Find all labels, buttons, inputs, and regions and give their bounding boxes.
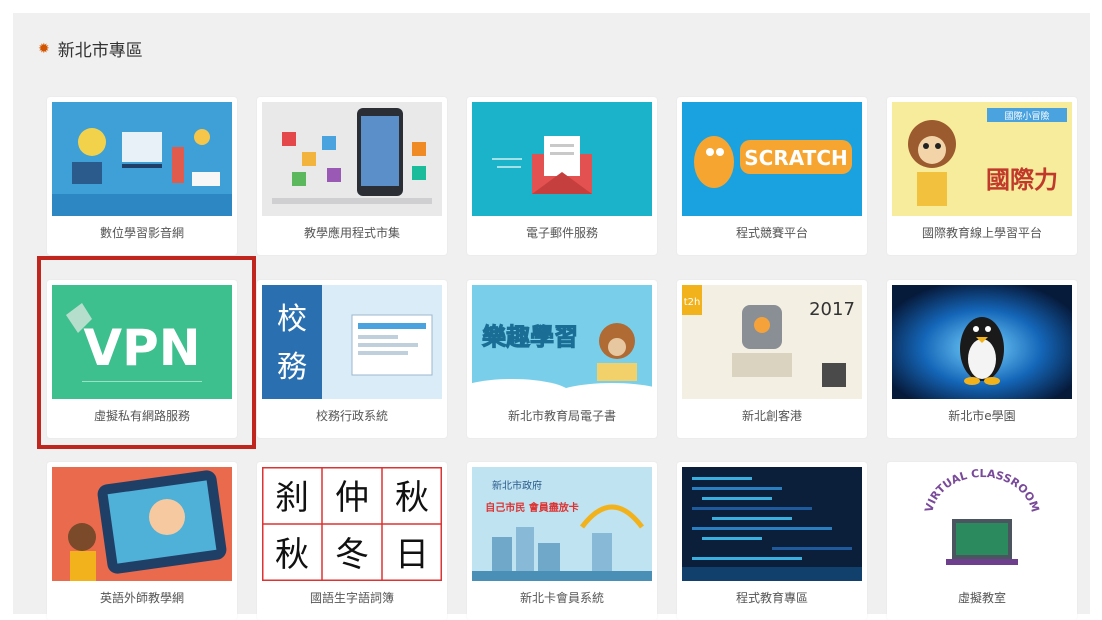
membership-card-thumbnail: 新北市政府 自己市民 會員盡放卡 <box>472 467 652 581</box>
tile-label: 國語生字語詞簿 <box>309 591 394 605</box>
maker-badge-text: t2h <box>684 297 701 308</box>
tile-maker[interactable]: t2h 2017 新北創客港 <box>677 280 867 438</box>
tile-english-teacher[interactable]: 英語外師教學網 <box>47 462 237 620</box>
english-teacher-thumbnail <box>52 467 232 581</box>
scratch-thumbnail: SCRATCH <box>682 102 862 216</box>
tile-label: 電子郵件服務 <box>525 226 598 240</box>
tile-ebook[interactable]: 樂趣學習 新北市教育局電子書 <box>467 280 657 438</box>
school-admin-thumbnail: 校 務 <box>262 285 442 399</box>
tile-label: 新北卡會員系統 <box>519 591 604 605</box>
tile-label: 校務行政系統 <box>315 409 388 423</box>
vocab-char: 刹 <box>275 478 309 518</box>
tile-app-market[interactable]: 教學應用程式市集 <box>257 97 447 255</box>
tile-vocabulary-book[interactable]: 刹 仲 秋 秋 冬 日 國語生字語詞簿 <box>257 462 447 620</box>
tile-label: 虛擬教室 <box>957 591 1006 605</box>
tile-membership-card[interactable]: 新北市政府 自己市民 會員盡放卡 新北卡會員系統 <box>467 462 657 620</box>
vocab-char: 日 <box>395 535 429 575</box>
tile-label: 國際教育線上學習平台 <box>921 226 1042 240</box>
international-thumbnail: 國際小冒險 國際力 <box>892 102 1072 216</box>
membership-slogan-text: 自己市民 會員盡放卡 <box>485 501 578 514</box>
international-logo-text: 國際力 <box>986 166 1058 194</box>
section-header: ✹ 新北市專區 <box>38 36 143 61</box>
e-campus-thumbnail <box>892 285 1072 399</box>
maker-thumbnail: t2h 2017 <box>682 285 862 399</box>
membership-org-text: 新北市政府 <box>492 479 542 492</box>
tile-label: 新北市e學園 <box>948 409 1016 423</box>
tile-school-admin[interactable]: 校 務 校務行政系統 <box>257 280 447 438</box>
digital-learning-thumbnail <box>52 102 232 216</box>
tile-e-campus[interactable]: 新北市e學園 <box>887 280 1077 438</box>
tile-label: 程式競賽平台 <box>735 226 808 240</box>
vocab-char: 秋 <box>275 535 309 575</box>
tile-label: 新北創客港 <box>741 409 802 423</box>
school-admin-char-2: 務 <box>277 350 307 385</box>
tile-label: 數位學習影音網 <box>99 226 184 240</box>
scratch-logo-text: SCRATCH <box>744 146 847 170</box>
section-title: 新北市專區 <box>57 41 143 61</box>
maker-year-text: 2017 <box>809 299 855 320</box>
tile-coding-contest[interactable]: SCRATCH 程式競賽平台 <box>677 97 867 255</box>
badge-text: 國際小冒險 <box>1004 110 1049 122</box>
ebook-logo-text: 樂趣學習 <box>482 323 578 351</box>
email-thumbnail <box>472 102 652 216</box>
tile-label: 新北市教育局電子書 <box>507 409 616 423</box>
tile-international-education[interactable]: 國際小冒險 國際力 國際教育線上學習平台 <box>887 97 1077 255</box>
tile-virtual-classroom[interactable]: VIRTUAL CLASSROOM 虛擬教室 <box>887 462 1077 620</box>
highlight-box <box>37 256 256 449</box>
vocab-char: 仲 <box>335 478 369 518</box>
tile-digital-learning[interactable]: 數位學習影音網 <box>47 97 237 255</box>
vocab-char: 秋 <box>395 478 429 518</box>
tile-label: 教學應用程式市集 <box>303 226 400 240</box>
ebook-thumbnail: 樂趣學習 <box>472 285 652 399</box>
coding-education-thumbnail <box>682 467 862 581</box>
virtual-classroom-thumbnail: VIRTUAL CLASSROOM <box>892 467 1072 581</box>
vocabulary-book-thumbnail: 刹 仲 秋 秋 冬 日 <box>262 467 442 581</box>
school-admin-char-1: 校 <box>277 302 307 337</box>
vocab-char: 冬 <box>335 535 369 575</box>
tile-label: 英語外師教學網 <box>99 591 184 605</box>
tile-coding-education[interactable]: 程式教育專區 <box>677 462 867 620</box>
app-market-thumbnail <box>262 102 442 216</box>
tile-email[interactable]: 電子郵件服務 <box>467 97 657 255</box>
gear-icon: ✹ <box>38 40 50 57</box>
tile-label: 程式教育專區 <box>735 591 808 605</box>
